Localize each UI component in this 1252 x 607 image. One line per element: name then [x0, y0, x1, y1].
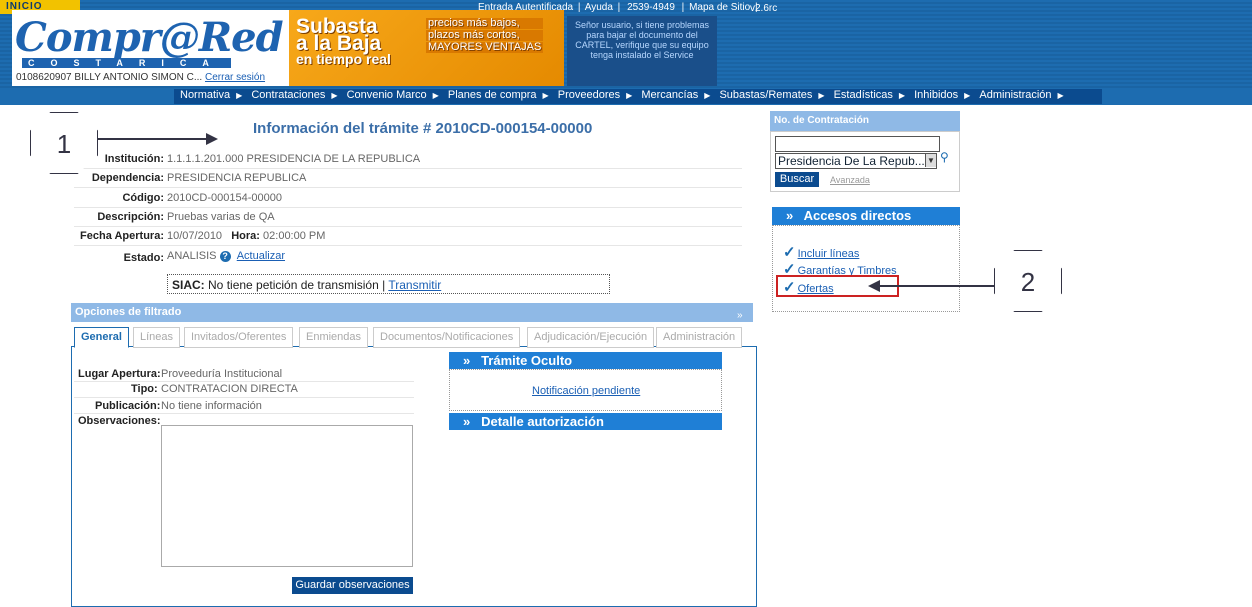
annotation-arrows [97, 133, 996, 292]
arrow-head [206, 133, 218, 145]
arrow-head [868, 280, 880, 292]
